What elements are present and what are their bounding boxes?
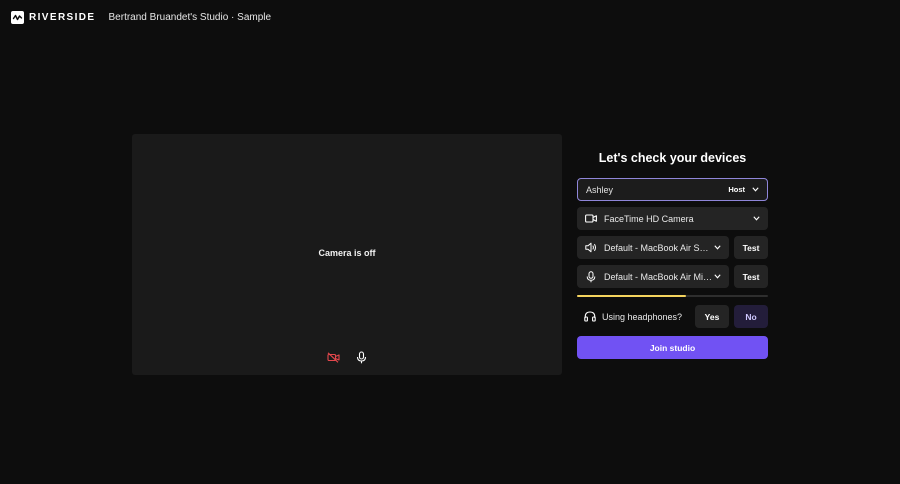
riverside-logo-icon [11,10,24,24]
name-input[interactable]: Ashley Host [577,178,768,201]
camera-off-icon [326,351,340,363]
camera-select[interactable]: FaceTime HD Camera [577,207,768,230]
headphones-question: Using headphones? [602,311,683,322]
camera-toggle-button[interactable] [325,349,341,365]
mic-level-meter [577,295,768,297]
brand-name: RIVERSIDE [29,11,96,23]
chevron-down-icon [713,244,721,252]
microphone-select[interactable]: Default - MacBook Air Microphone [577,265,729,288]
headphones-yes-button[interactable]: Yes [695,305,729,328]
name-value: Ashley [586,184,614,195]
chevron-down-icon [713,273,721,281]
speaker-device-label: Default - MacBook Air Speakers [604,242,713,253]
name-row: Ashley Host [577,178,768,201]
speaker-icon [585,242,597,254]
microphone-icon [356,350,366,363]
camera-preview: Camera is off [132,134,562,375]
top-bar: RIVERSIDE Bertrand Bruandet's Studio · S… [0,0,900,34]
video-camera-icon [585,213,597,225]
role-select[interactable]: Host [728,185,745,194]
panel-title: Let's check your devices [598,151,747,165]
join-studio-button[interactable]: Join studio [577,336,768,359]
microphone-icon [585,270,597,283]
chevron-down-icon [752,215,760,223]
camera-row: FaceTime HD Camera [577,207,768,230]
speaker-row: Default - MacBook Air Speakers Test [577,236,768,259]
headphones-icon [584,311,596,323]
mic-level-fill [577,295,686,297]
microphone-device-label: Default - MacBook Air Microphone [604,271,713,282]
headphones-no-button[interactable]: No [734,305,768,328]
device-check-panel: Let's check your devices Ashley Host Fac… [577,148,768,359]
chevron-down-icon[interactable] [751,186,759,194]
camera-off-label: Camera is off [318,248,376,258]
microphone-toggle-button[interactable] [353,349,369,365]
headphones-row: Using headphones? Yes No [577,305,768,328]
test-speaker-button[interactable]: Test [734,236,768,259]
speaker-select[interactable]: Default - MacBook Air Speakers [577,236,729,259]
test-microphone-button[interactable]: Test [734,265,768,288]
studio-title: Bertrand Bruandet's Studio · Sample [108,11,272,23]
microphone-row: Default - MacBook Air Microphone Test [577,265,768,288]
camera-device-label: FaceTime HD Camera [604,213,694,224]
